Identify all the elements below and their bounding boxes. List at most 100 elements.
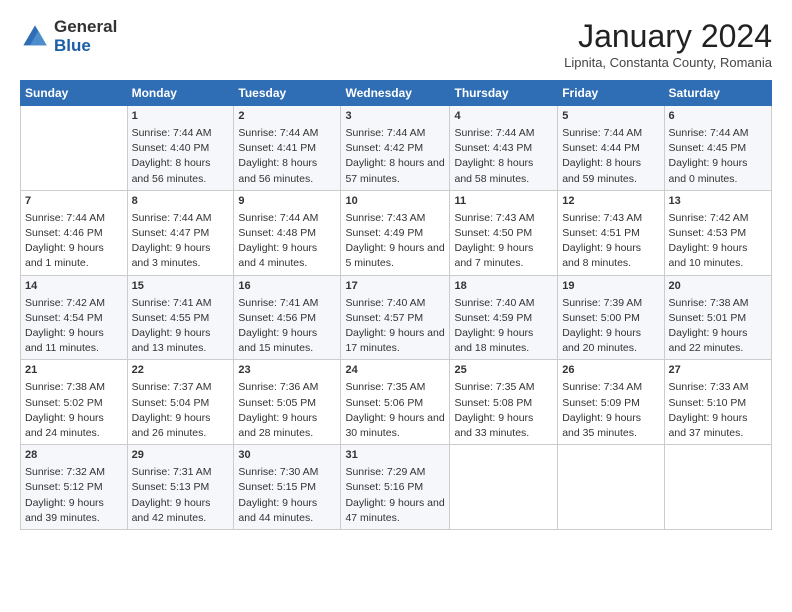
sunrise-text: Sunrise: 7:44 AM bbox=[238, 211, 336, 226]
daylight-text: Daylight: 9 hours and 13 minutes. bbox=[132, 326, 230, 356]
sunset-text: Sunset: 4:41 PM bbox=[238, 141, 336, 156]
sunrise-text: Sunrise: 7:41 AM bbox=[238, 296, 336, 311]
daylight-text: Daylight: 9 hours and 17 minutes. bbox=[345, 326, 445, 356]
sunrise-text: Sunrise: 7:37 AM bbox=[132, 380, 230, 395]
daylight-text: Daylight: 8 hours and 56 minutes. bbox=[238, 156, 336, 186]
sunrise-text: Sunrise: 7:44 AM bbox=[132, 126, 230, 141]
sunset-text: Sunset: 4:48 PM bbox=[238, 226, 336, 241]
sunset-text: Sunset: 4:40 PM bbox=[132, 141, 230, 156]
daylight-text: Daylight: 9 hours and 44 minutes. bbox=[238, 496, 336, 526]
day-number: 25 bbox=[454, 363, 553, 379]
daylight-text: Daylight: 9 hours and 15 minutes. bbox=[238, 326, 336, 356]
sunrise-text: Sunrise: 7:35 AM bbox=[345, 380, 445, 395]
day-number: 1 bbox=[132, 109, 230, 125]
day-number: 28 bbox=[25, 448, 123, 464]
calendar-cell bbox=[558, 445, 664, 530]
day-number: 22 bbox=[132, 363, 230, 379]
day-number: 21 bbox=[25, 363, 123, 379]
sunset-text: Sunset: 4:45 PM bbox=[669, 141, 767, 156]
calendar-week-2: 7Sunrise: 7:44 AMSunset: 4:46 PMDaylight… bbox=[21, 190, 772, 275]
calendar-cell: 31Sunrise: 7:29 AMSunset: 5:16 PMDayligh… bbox=[341, 445, 450, 530]
sunrise-text: Sunrise: 7:43 AM bbox=[454, 211, 553, 226]
day-number: 8 bbox=[132, 194, 230, 210]
day-number: 6 bbox=[669, 109, 767, 125]
daylight-text: Daylight: 9 hours and 18 minutes. bbox=[454, 326, 553, 356]
sunset-text: Sunset: 5:13 PM bbox=[132, 480, 230, 495]
calendar-week-5: 28Sunrise: 7:32 AMSunset: 5:12 PMDayligh… bbox=[21, 445, 772, 530]
calendar-table: SundayMondayTuesdayWednesdayThursdayFrid… bbox=[20, 80, 772, 530]
daylight-text: Daylight: 9 hours and 37 minutes. bbox=[669, 411, 767, 441]
sunrise-text: Sunrise: 7:30 AM bbox=[238, 465, 336, 480]
calendar-cell: 4Sunrise: 7:44 AMSunset: 4:43 PMDaylight… bbox=[450, 106, 558, 191]
calendar-cell: 16Sunrise: 7:41 AMSunset: 4:56 PMDayligh… bbox=[234, 275, 341, 360]
calendar-cell: 26Sunrise: 7:34 AMSunset: 5:09 PMDayligh… bbox=[558, 360, 664, 445]
sunset-text: Sunset: 5:04 PM bbox=[132, 396, 230, 411]
sunrise-text: Sunrise: 7:40 AM bbox=[454, 296, 553, 311]
daylight-text: Daylight: 9 hours and 5 minutes. bbox=[345, 241, 445, 271]
sunset-text: Sunset: 4:55 PM bbox=[132, 311, 230, 326]
calendar-cell: 8Sunrise: 7:44 AMSunset: 4:47 PMDaylight… bbox=[127, 190, 234, 275]
calendar-cell: 7Sunrise: 7:44 AMSunset: 4:46 PMDaylight… bbox=[21, 190, 128, 275]
sunrise-text: Sunrise: 7:44 AM bbox=[669, 126, 767, 141]
sunrise-text: Sunrise: 7:32 AM bbox=[25, 465, 123, 480]
sunset-text: Sunset: 5:16 PM bbox=[345, 480, 445, 495]
calendar-cell: 30Sunrise: 7:30 AMSunset: 5:15 PMDayligh… bbox=[234, 445, 341, 530]
sunset-text: Sunset: 4:51 PM bbox=[562, 226, 659, 241]
day-number: 20 bbox=[669, 279, 767, 295]
calendar-cell: 11Sunrise: 7:43 AMSunset: 4:50 PMDayligh… bbox=[450, 190, 558, 275]
daylight-text: Daylight: 9 hours and 20 minutes. bbox=[562, 326, 659, 356]
daylight-text: Daylight: 8 hours and 58 minutes. bbox=[454, 156, 553, 186]
day-number: 24 bbox=[345, 363, 445, 379]
sunrise-text: Sunrise: 7:35 AM bbox=[454, 380, 553, 395]
logo-blue-text: Blue bbox=[54, 37, 117, 56]
month-title: January 2024 bbox=[564, 18, 772, 55]
day-number: 12 bbox=[562, 194, 659, 210]
sunrise-text: Sunrise: 7:44 AM bbox=[25, 211, 123, 226]
daylight-text: Daylight: 9 hours and 39 minutes. bbox=[25, 496, 123, 526]
calendar-header-saturday: Saturday bbox=[664, 81, 771, 106]
day-number: 5 bbox=[562, 109, 659, 125]
calendar-week-1: 1Sunrise: 7:44 AMSunset: 4:40 PMDaylight… bbox=[21, 106, 772, 191]
calendar-cell: 6Sunrise: 7:44 AMSunset: 4:45 PMDaylight… bbox=[664, 106, 771, 191]
calendar-cell bbox=[450, 445, 558, 530]
day-number: 2 bbox=[238, 109, 336, 125]
calendar-cell: 28Sunrise: 7:32 AMSunset: 5:12 PMDayligh… bbox=[21, 445, 128, 530]
day-number: 14 bbox=[25, 279, 123, 295]
sunset-text: Sunset: 4:54 PM bbox=[25, 311, 123, 326]
daylight-text: Daylight: 9 hours and 7 minutes. bbox=[454, 241, 553, 271]
sunset-text: Sunset: 5:12 PM bbox=[25, 480, 123, 495]
day-number: 15 bbox=[132, 279, 230, 295]
sunrise-text: Sunrise: 7:44 AM bbox=[345, 126, 445, 141]
day-number: 17 bbox=[345, 279, 445, 295]
sunset-text: Sunset: 4:50 PM bbox=[454, 226, 553, 241]
calendar-cell: 3Sunrise: 7:44 AMSunset: 4:42 PMDaylight… bbox=[341, 106, 450, 191]
daylight-text: Daylight: 9 hours and 4 minutes. bbox=[238, 241, 336, 271]
calendar-cell: 27Sunrise: 7:33 AMSunset: 5:10 PMDayligh… bbox=[664, 360, 771, 445]
calendar-cell: 1Sunrise: 7:44 AMSunset: 4:40 PMDaylight… bbox=[127, 106, 234, 191]
logo-text: General Blue bbox=[54, 18, 117, 55]
day-number: 7 bbox=[25, 194, 123, 210]
day-number: 3 bbox=[345, 109, 445, 125]
daylight-text: Daylight: 9 hours and 26 minutes. bbox=[132, 411, 230, 441]
daylight-text: Daylight: 9 hours and 35 minutes. bbox=[562, 411, 659, 441]
calendar-header-monday: Monday bbox=[127, 81, 234, 106]
calendar-cell: 29Sunrise: 7:31 AMSunset: 5:13 PMDayligh… bbox=[127, 445, 234, 530]
day-number: 11 bbox=[454, 194, 553, 210]
daylight-text: Daylight: 9 hours and 10 minutes. bbox=[669, 241, 767, 271]
day-number: 27 bbox=[669, 363, 767, 379]
daylight-text: Daylight: 9 hours and 47 minutes. bbox=[345, 496, 445, 526]
calendar-cell: 2Sunrise: 7:44 AMSunset: 4:41 PMDaylight… bbox=[234, 106, 341, 191]
calendar-cell: 10Sunrise: 7:43 AMSunset: 4:49 PMDayligh… bbox=[341, 190, 450, 275]
sunset-text: Sunset: 5:09 PM bbox=[562, 396, 659, 411]
sunrise-text: Sunrise: 7:33 AM bbox=[669, 380, 767, 395]
calendar-week-4: 21Sunrise: 7:38 AMSunset: 5:02 PMDayligh… bbox=[21, 360, 772, 445]
calendar-cell: 9Sunrise: 7:44 AMSunset: 4:48 PMDaylight… bbox=[234, 190, 341, 275]
calendar-cell: 19Sunrise: 7:39 AMSunset: 5:00 PMDayligh… bbox=[558, 275, 664, 360]
sunset-text: Sunset: 5:05 PM bbox=[238, 396, 336, 411]
calendar-cell: 5Sunrise: 7:44 AMSunset: 4:44 PMDaylight… bbox=[558, 106, 664, 191]
calendar-cell: 15Sunrise: 7:41 AMSunset: 4:55 PMDayligh… bbox=[127, 275, 234, 360]
sunset-text: Sunset: 5:02 PM bbox=[25, 396, 123, 411]
calendar-cell bbox=[21, 106, 128, 191]
day-number: 30 bbox=[238, 448, 336, 464]
sunrise-text: Sunrise: 7:38 AM bbox=[669, 296, 767, 311]
